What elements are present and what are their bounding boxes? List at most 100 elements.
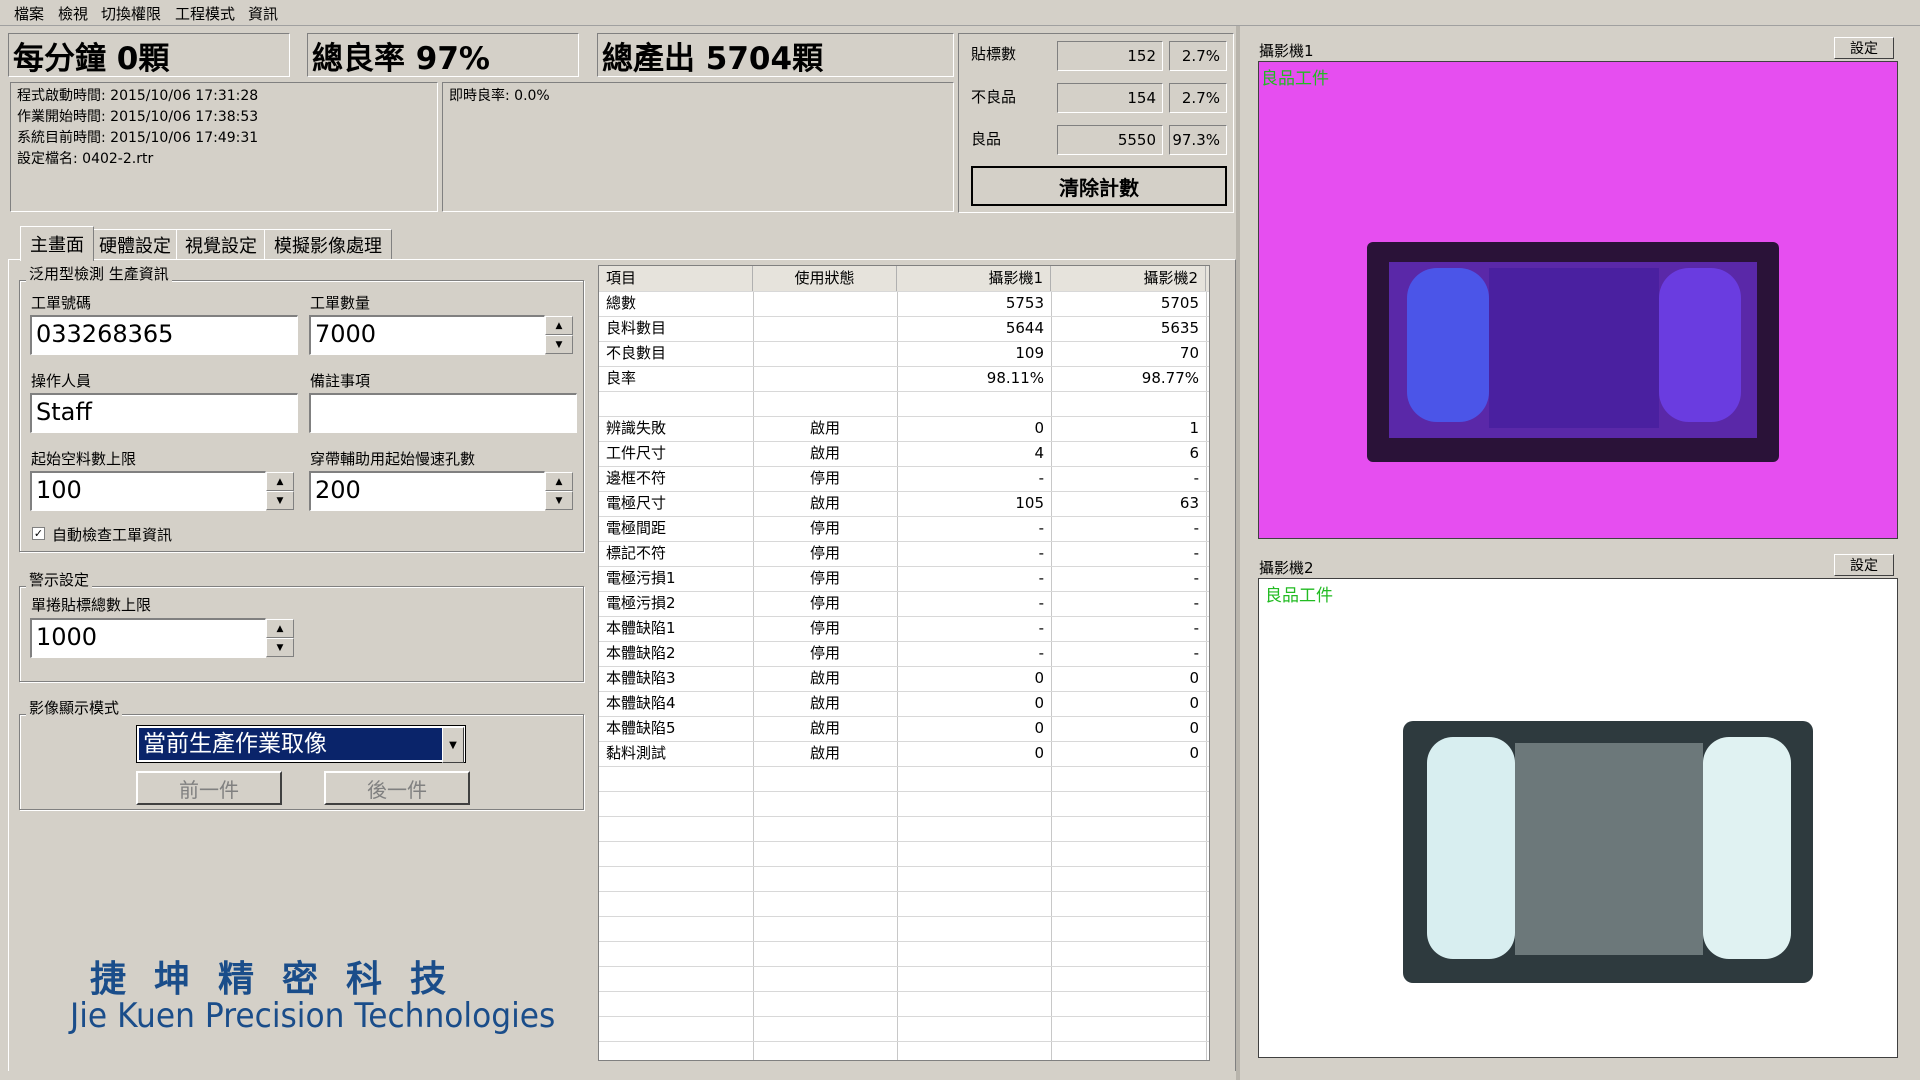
- order-number-input[interactable]: 033268365: [30, 315, 298, 355]
- table-cell: -: [1038, 544, 1044, 562]
- table-cell: 本體缺陷3: [606, 669, 676, 687]
- table-cell: 啟用: [809, 719, 840, 737]
- table-empty-row: [599, 866, 1209, 892]
- camera1-title: 攝影機1: [1259, 42, 1314, 60]
- camera2-title: 攝影機2: [1259, 559, 1314, 577]
- tape-slow-holes-input[interactable]: 200: [309, 471, 545, 511]
- display-mode-value: 當前生產作業取像: [139, 728, 443, 760]
- table-cell: -: [1193, 544, 1199, 562]
- label-limit-input[interactable]: 1000: [30, 618, 266, 658]
- table-cell: 0: [1189, 669, 1199, 687]
- notes-label: 備註事項: [310, 372, 371, 390]
- table-cell: 0: [1189, 719, 1199, 737]
- spin-up-icon[interactable]: ▲: [266, 619, 294, 638]
- table-cell: 停用: [809, 594, 840, 612]
- count-pct-defects: 2.7%: [1169, 83, 1227, 113]
- operator-input[interactable]: Staff: [30, 393, 298, 433]
- table-row: 本體缺陷1 停用 - -: [599, 616, 1209, 642]
- previous-item-button[interactable]: 前一件: [136, 771, 282, 805]
- table-cell: 啟用: [809, 444, 840, 462]
- order-quantity-spinner[interactable]: ▲ ▼: [545, 316, 573, 354]
- spin-up-icon[interactable]: ▲: [545, 316, 573, 335]
- tape-slow-holes-label: 穿帶輔助用起始慢速孔數: [310, 450, 476, 468]
- table-cell: 辨識失敗: [606, 419, 667, 437]
- table-cell: -: [1038, 519, 1044, 537]
- camera2-component-image: [1403, 721, 1813, 983]
- table-row: 良料數目 5644 5635: [599, 316, 1209, 342]
- table-cell: -: [1038, 644, 1044, 662]
- table-cell: 啟用: [809, 744, 840, 762]
- auto-check-checkbox[interactable]: ✓: [32, 527, 45, 540]
- tab-vision-settings[interactable]: 視覺設定: [176, 229, 266, 260]
- spin-up-icon[interactable]: ▲: [266, 472, 294, 491]
- instant-yield: 即時良率: 0.0%: [449, 88, 550, 104]
- table-cell: 0: [1034, 744, 1044, 762]
- yield-rate-stat: 總良率 97%: [307, 33, 579, 77]
- tab-simulated-image-processing[interactable]: 模擬影像處理: [264, 229, 392, 260]
- spin-down-icon[interactable]: ▼: [266, 638, 294, 657]
- count-value-defects: 154: [1057, 83, 1163, 113]
- table-empty-row: [599, 891, 1209, 917]
- table-row: [599, 391, 1209, 417]
- auto-check-label: 自動檢查工單資訊: [52, 526, 173, 544]
- spin-down-icon[interactable]: ▼: [266, 491, 294, 510]
- label-limit-spinner[interactable]: ▲ ▼: [266, 619, 294, 657]
- camera2-settings-button[interactable]: 設定: [1834, 554, 1894, 576]
- table-cell: -: [1038, 469, 1044, 487]
- table-cell: 0: [1034, 719, 1044, 737]
- table-cell: 5705: [1160, 294, 1199, 312]
- order-quantity-label: 工單數量: [310, 294, 371, 312]
- table-empty-row: [599, 1016, 1209, 1042]
- table-row: 本體缺陷2 停用 - -: [599, 641, 1209, 667]
- tab-hardware-settings[interactable]: 硬體設定: [92, 229, 178, 260]
- table-row: 本體缺陷5 啟用 0 0: [599, 716, 1209, 742]
- clear-count-button[interactable]: 清除計數: [971, 166, 1227, 206]
- table-cell: 0: [1034, 669, 1044, 687]
- spin-down-icon[interactable]: ▼: [545, 335, 573, 354]
- table-empty-row: [599, 766, 1209, 792]
- order-quantity-input[interactable]: 7000: [309, 315, 545, 355]
- empty-limit-spinner[interactable]: ▲ ▼: [266, 472, 294, 510]
- company-logo-english: Jie Kuen Precision Technologies: [70, 996, 556, 1036]
- table-empty-row: [599, 941, 1209, 967]
- table-cell: [897, 391, 1051, 416]
- spin-up-icon[interactable]: ▲: [545, 472, 573, 491]
- spin-down-icon[interactable]: ▼: [545, 491, 573, 510]
- inspection-stats-table: 項目 使用狀態 攝影機1 攝影機2 總數 5753 5705 良料數目 5644 5635 不良數目…: [598, 265, 1210, 1061]
- table-header-cell: 項目: [599, 266, 753, 291]
- table-cell: [753, 291, 897, 316]
- menu-info[interactable]: 資訊: [248, 3, 278, 24]
- notes-input[interactable]: [309, 393, 577, 433]
- menu-switch-permission[interactable]: 切換權限: [101, 3, 161, 24]
- table-cell: 啟用: [809, 669, 840, 687]
- display-mode-select[interactable]: 當前生產作業取像 ▼: [136, 725, 466, 763]
- next-item-button[interactable]: 後一件: [324, 771, 470, 805]
- total-output-stat: 總產出 5704顆: [597, 33, 954, 77]
- table-row: 良率 98.11% 98.77%: [599, 366, 1209, 392]
- table-cell: [1051, 391, 1206, 416]
- empty-limit-input[interactable]: 100: [30, 471, 266, 511]
- table-cell: 70: [1179, 344, 1199, 362]
- tab-main[interactable]: 主畫面: [20, 226, 94, 261]
- label-limit-label: 單捲貼標總數上限: [31, 596, 152, 614]
- table-header-row: 項目 使用狀態 攝影機1 攝影機2: [599, 266, 1209, 292]
- count-label-good: 良品: [971, 130, 1002, 148]
- tape-slow-holes-spinner[interactable]: ▲ ▼: [545, 472, 573, 510]
- splitter[interactable]: [1236, 26, 1240, 1080]
- camera1-component-image: [1367, 242, 1779, 462]
- menu-view[interactable]: 檢視: [58, 3, 88, 24]
- table-row: 標記不符 停用 - -: [599, 541, 1209, 567]
- count-label-defects: 不良品: [971, 88, 1017, 106]
- table-row: 電極尺寸 啟用 105 63: [599, 491, 1209, 517]
- table-cell: 0: [1189, 744, 1199, 762]
- table-cell: -: [1193, 519, 1199, 537]
- production-info-title: 泛用型檢測 生產資訊: [26, 263, 172, 284]
- table-empty-row: [599, 816, 1209, 842]
- camera1-settings-button[interactable]: 設定: [1834, 37, 1894, 59]
- menu-engineering-mode[interactable]: 工程模式: [175, 3, 235, 24]
- menu-file[interactable]: 檔案: [14, 3, 44, 24]
- alarm-settings-title: 警示設定: [26, 569, 93, 590]
- count-label-labels: 貼標數: [971, 45, 1017, 63]
- chevron-down-icon[interactable]: ▼: [442, 727, 464, 763]
- table-cell: -: [1038, 569, 1044, 587]
